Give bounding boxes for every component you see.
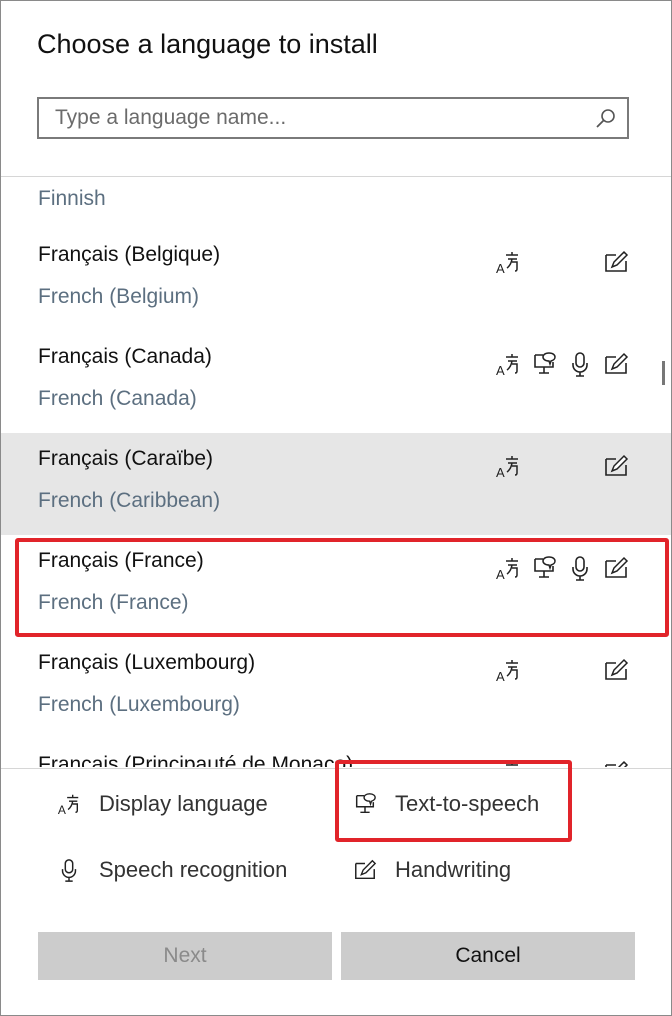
- language-native-name: Français (Belgique): [38, 243, 221, 266]
- language-english-name: French (Caribbean): [38, 489, 221, 512]
- speech-recognition-icon: [57, 858, 81, 882]
- handwriting-icon: [603, 351, 629, 377]
- dialog-title: Choose a language to install: [37, 29, 378, 59]
- speech-recognition-icon: [567, 351, 593, 377]
- language-row-french-canada[interactable]: Français (Canada) French (Canada): [1, 331, 671, 433]
- handwriting-icon: [353, 858, 377, 882]
- language-row-french-caribbean[interactable]: Français (Caraïbe) French (Caribbean): [1, 433, 671, 535]
- display-language-icon: [495, 657, 521, 683]
- display-language-icon: [495, 453, 521, 479]
- language-native-name: Français (Caraïbe): [38, 447, 214, 470]
- legend-display-language: Display language: [57, 791, 268, 817]
- language-native-name: Français (Luxembourg): [38, 651, 256, 674]
- display-language-icon: [495, 249, 521, 275]
- legend-handwriting: Handwriting: [353, 857, 511, 883]
- language-search-input[interactable]: [39, 99, 627, 137]
- language-native-name: Finnish: [38, 187, 106, 210]
- next-button[interactable]: Next: [38, 932, 332, 980]
- highlight-text-to-speech: [335, 760, 572, 842]
- cancel-button[interactable]: Cancel: [341, 932, 635, 980]
- language-native-name: Français (Principauté de Monaco): [38, 753, 354, 767]
- list-scrollbar-thumb[interactable]: [662, 361, 665, 385]
- handwriting-icon: [603, 453, 629, 479]
- handwriting-icon: [603, 759, 629, 767]
- display-language-icon: [57, 792, 81, 816]
- legend-label: Display language: [99, 791, 268, 816]
- language-install-dialog: Choose a language to install Finnish Fra…: [0, 0, 672, 1016]
- handwriting-icon: [603, 657, 629, 683]
- highlight-french-france-row: [15, 538, 669, 637]
- language-english-name: French (Canada): [38, 387, 197, 410]
- language-native-name: Français (Canada): [38, 345, 212, 368]
- language-row-french-luxembourg[interactable]: Français (Luxembourg) French (Luxembourg…: [1, 637, 671, 739]
- legend-label: Handwriting: [395, 857, 512, 882]
- language-search-box[interactable]: [37, 97, 629, 139]
- language-row-finnish[interactable]: Finnish: [1, 177, 671, 227]
- legend-speech-recognition: Speech recognition: [57, 857, 287, 883]
- handwriting-icon: [603, 249, 629, 275]
- language-english-name: French (Luxembourg): [38, 693, 240, 716]
- text-to-speech-icon: [531, 351, 557, 377]
- language-list[interactable]: Finnish Français (Belgique) French (Belg…: [1, 177, 671, 767]
- search-icon[interactable]: [595, 108, 617, 130]
- display-language-icon: [495, 351, 521, 377]
- language-english-name: French (Belgium): [38, 285, 200, 308]
- legend-label: Speech recognition: [99, 857, 288, 882]
- language-row-french-belgium[interactable]: Français (Belgique) French (Belgium): [1, 229, 671, 331]
